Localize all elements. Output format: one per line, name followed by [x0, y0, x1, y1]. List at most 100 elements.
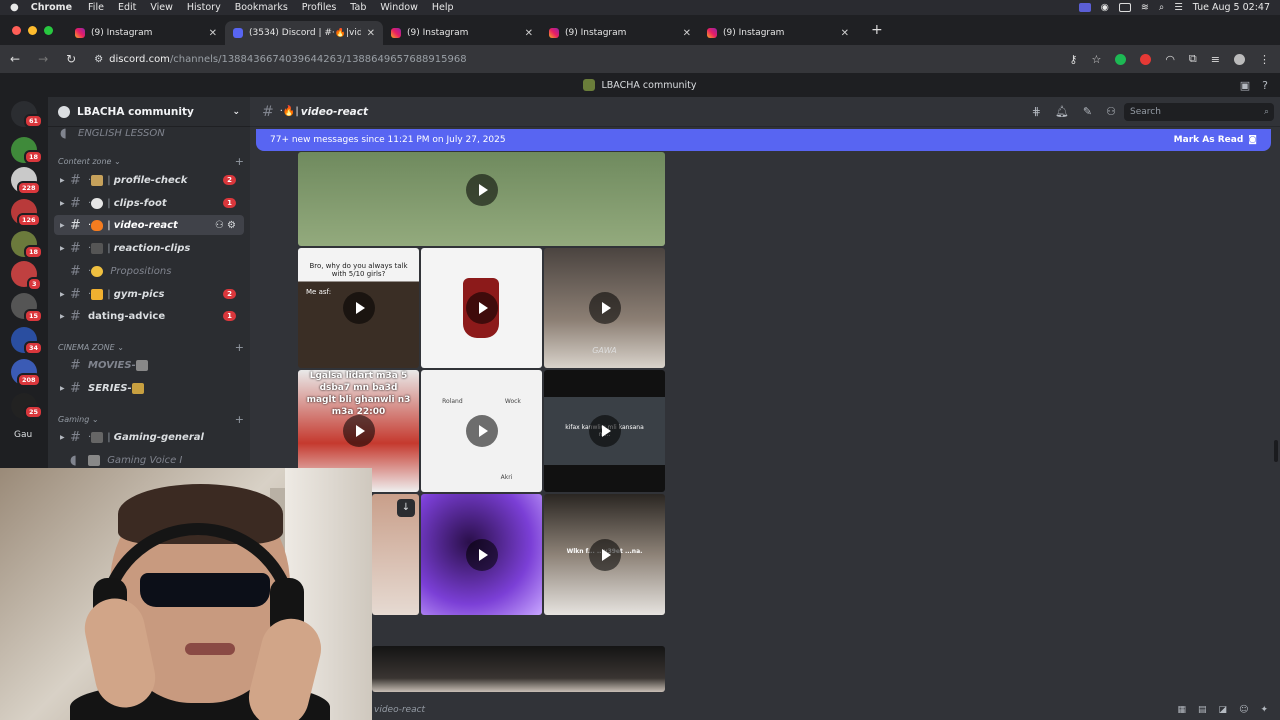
battery-icon[interactable] — [1118, 3, 1131, 12]
key-icon[interactable]: ⚷ — [1069, 53, 1077, 66]
menu-app-chrome[interactable]: Chrome — [31, 2, 72, 13]
server-text-icon[interactable]: Gau — [14, 430, 32, 440]
close-tab-icon[interactable]: ✕ — [367, 28, 375, 39]
invite-and-settings-icons[interactable]: ⚇ ⚙ — [215, 220, 236, 231]
forward-icon[interactable]: → — [38, 52, 48, 66]
channel-item-propositions[interactable]: # · Propositions — [54, 261, 244, 281]
play-icon[interactable] — [465, 292, 498, 324]
menu-profiles[interactable]: Profiles — [302, 2, 337, 13]
channel-item-video-react[interactable]: ▶ # · | video-react ⚇ ⚙ — [54, 215, 244, 235]
bell-icon[interactable]: 🔔︎ — [1055, 105, 1069, 118]
play-icon[interactable] — [588, 538, 621, 571]
menu-history[interactable]: History — [187, 2, 221, 13]
add-channel-icon[interactable]: + — [235, 413, 244, 426]
extension-icon[interactable] — [1115, 53, 1127, 65]
channel-item-clips-foot[interactable]: ▶ # · | clips-foot 1 — [54, 193, 244, 213]
video-tile[interactable]: Roland Wock Akri — [421, 370, 542, 492]
close-tab-icon[interactable]: ✕ — [841, 28, 849, 39]
threads-icon[interactable]: ⋕ — [1032, 105, 1041, 118]
add-channel-icon[interactable]: + — [235, 155, 244, 168]
menu-bookmarks[interactable]: Bookmarks — [235, 2, 288, 13]
help-icon[interactable]: ? — [1262, 79, 1268, 92]
mark-as-read-button[interactable]: Mark As Read — [1174, 135, 1244, 145]
browser-tab-active[interactable]: (3534) Discord | #·🔥|video-r ✕ — [225, 21, 383, 45]
bookmark-star-icon[interactable]: ☆ — [1091, 53, 1101, 66]
apple-icon[interactable]: ● — [10, 2, 19, 13]
video-tile[interactable]: kifax kanwliw mli kansana m... — [544, 370, 665, 492]
play-icon[interactable] — [342, 292, 375, 324]
video-tile[interactable]: Bro, why do you always talk with 5/10 gi… — [298, 248, 419, 368]
channel-item-gaming-voice[interactable]: ◖ Gaming Voice I — [54, 450, 244, 470]
menu-view[interactable]: View — [150, 2, 173, 13]
search-input[interactable]: Search ⌕ — [1124, 102, 1274, 121]
close-tab-icon[interactable]: ✕ — [209, 28, 217, 39]
screen-record-icon[interactable] — [1078, 3, 1091, 12]
channel-item-gaming-general[interactable]: ▶ # · | Gaming-general — [54, 427, 244, 447]
video-tile[interactable]: Wlkn f... ...y39et ...na. — [544, 494, 665, 615]
site-info-icon[interactable]: ⚙ — [94, 54, 103, 65]
channel-item-reaction-clips[interactable]: ▶ # · | reaction-clips — [54, 238, 244, 258]
video-embed[interactable] — [298, 152, 665, 246]
gift-icon[interactable]: ▦ — [1178, 705, 1187, 715]
puzzle-icon[interactable]: ⧉ — [1189, 52, 1197, 66]
member-list-icon[interactable]: ⚇ — [1106, 105, 1116, 118]
browser-tab[interactable]: (9) Instagram ✕ — [383, 21, 541, 45]
play-icon[interactable] — [342, 415, 375, 447]
search-icon[interactable]: ⌕ — [1159, 2, 1164, 13]
kebab-menu-icon[interactable]: ⋮ — [1259, 53, 1270, 66]
channel-item-gym-pics[interactable]: ▶ # · | gym-pics 2 — [54, 284, 244, 304]
control-center-icon[interactable]: ☰ — [1174, 2, 1183, 13]
message-composer-bar[interactable]: video-react ▦ ▤ ◪ ☺ ✦ — [250, 700, 1280, 720]
channel-item-movies[interactable]: # MOVIES- — [54, 355, 244, 375]
sticker-icon[interactable]: ◪ — [1219, 705, 1228, 715]
menu-edit[interactable]: Edit — [118, 2, 136, 13]
download-icon[interactable]: ↓ — [397, 499, 415, 517]
menu-tab[interactable]: Tab — [350, 2, 366, 13]
close-tab-icon[interactable]: ✕ — [683, 28, 691, 39]
play-icon[interactable] — [465, 415, 498, 447]
play-icon[interactable] — [588, 292, 621, 324]
video-tile[interactable]: GAWA — [544, 248, 665, 368]
url-field[interactable]: discord.com/channels/1388436674039644263… — [109, 54, 466, 65]
play-icon[interactable] — [465, 538, 498, 571]
new-tab-button[interactable]: + — [871, 22, 883, 38]
minimize-window-icon[interactable] — [28, 25, 37, 35]
video-tile[interactable]: ↓ — [372, 494, 419, 615]
browser-tab[interactable]: (9) Instagram ✕ — [67, 21, 225, 45]
play-icon[interactable] — [588, 415, 621, 447]
channel-item-profile-check[interactable]: ▶ # · | profile-check 2 — [54, 170, 244, 190]
apps-icon[interactable]: ✦ — [1260, 705, 1268, 715]
category-cinema-zone[interactable]: CINEMA ZONE ⌄ + — [58, 341, 244, 354]
add-channel-icon[interactable]: + — [235, 341, 244, 354]
category-gaming[interactable]: Gaming ⌄ + — [58, 413, 244, 426]
chevron-down-icon[interactable]: ⌄ — [232, 107, 240, 117]
channel-item-series[interactable]: ▶ # SERIES- — [54, 378, 244, 398]
inbox-icon[interactable]: ▣ — [1240, 79, 1250, 92]
extension-icon[interactable] — [1140, 53, 1152, 65]
profile-avatar[interactable] — [1234, 53, 1245, 65]
wifi-icon[interactable]: ≋ — [1141, 2, 1149, 13]
clock[interactable]: Tue Aug 5 02:47 — [1193, 2, 1270, 13]
reading-list-icon[interactable]: ≡ — [1211, 53, 1220, 66]
back-icon[interactable]: ← — [10, 52, 20, 66]
browser-tab[interactable]: (9) Instagram ✕ — [541, 21, 699, 45]
close-window-icon[interactable] — [12, 25, 21, 35]
extension-icon[interactable]: ◠ — [1165, 53, 1175, 66]
video-tile[interactable] — [421, 248, 542, 368]
category-content-zone[interactable]: Content zone ⌄ + — [58, 155, 244, 168]
play-icon[interactable]: ◉ — [1101, 2, 1109, 13]
menu-window[interactable]: Window — [380, 2, 417, 13]
emoji-icon[interactable]: ☺ — [1239, 705, 1248, 715]
video-embed[interactable] — [372, 646, 665, 692]
channel-item-english-lesson[interactable]: ◖ ENGLISH LESSON — [54, 123, 244, 143]
play-icon[interactable] — [465, 174, 498, 206]
new-messages-bar[interactable]: 77+ new messages since 11:21 PM on July … — [256, 129, 1271, 151]
close-tab-icon[interactable]: ✕ — [525, 28, 533, 39]
reload-icon[interactable]: ↻ — [66, 52, 76, 66]
pin-icon[interactable]: ✎ — [1083, 105, 1092, 118]
menu-help[interactable]: Help — [432, 2, 454, 13]
scrollbar-thumb[interactable] — [1274, 440, 1278, 462]
maximize-window-icon[interactable] — [44, 25, 53, 35]
browser-tab[interactable]: (9) Instagram ✕ — [699, 21, 857, 45]
menu-file[interactable]: File — [88, 2, 104, 13]
